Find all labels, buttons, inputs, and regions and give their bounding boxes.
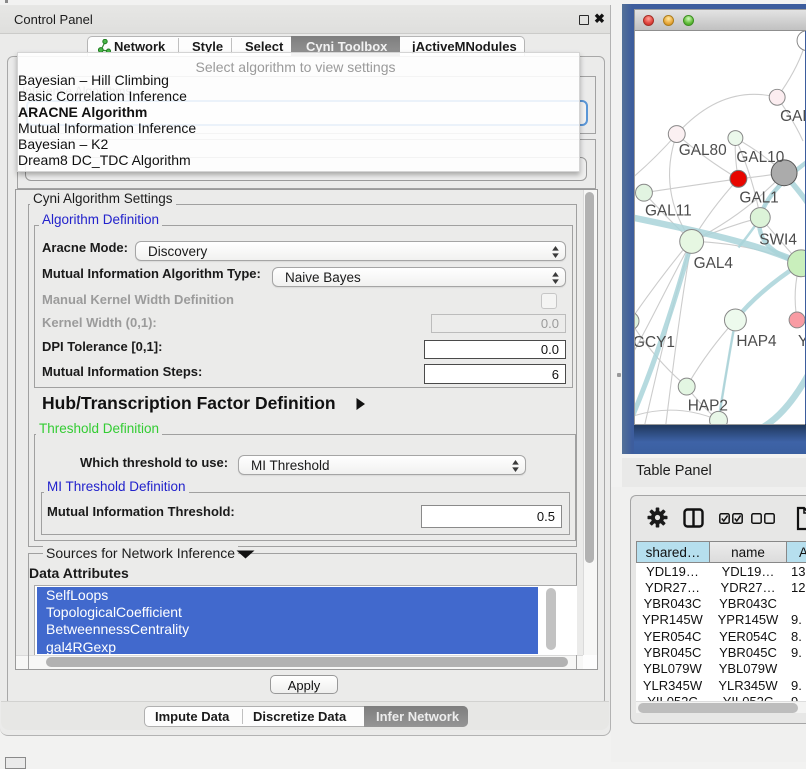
svg-text:Y: Y bbox=[798, 333, 805, 350]
svg-text:HAP4: HAP4 bbox=[736, 333, 777, 350]
svg-text:GCY1: GCY1 bbox=[634, 334, 675, 351]
svg-text:GAL4: GAL4 bbox=[694, 255, 734, 272]
svg-text:GAL: GAL bbox=[780, 108, 805, 125]
svg-text:GAL80: GAL80 bbox=[679, 142, 727, 159]
svg-text:GAL11: GAL11 bbox=[645, 203, 692, 220]
svg-text:SWI4: SWI4 bbox=[759, 231, 797, 248]
svg-text:GAL10: GAL10 bbox=[736, 149, 784, 166]
svg-text:GAL1: GAL1 bbox=[739, 190, 778, 207]
svg-text:HAP2: HAP2 bbox=[688, 397, 728, 414]
